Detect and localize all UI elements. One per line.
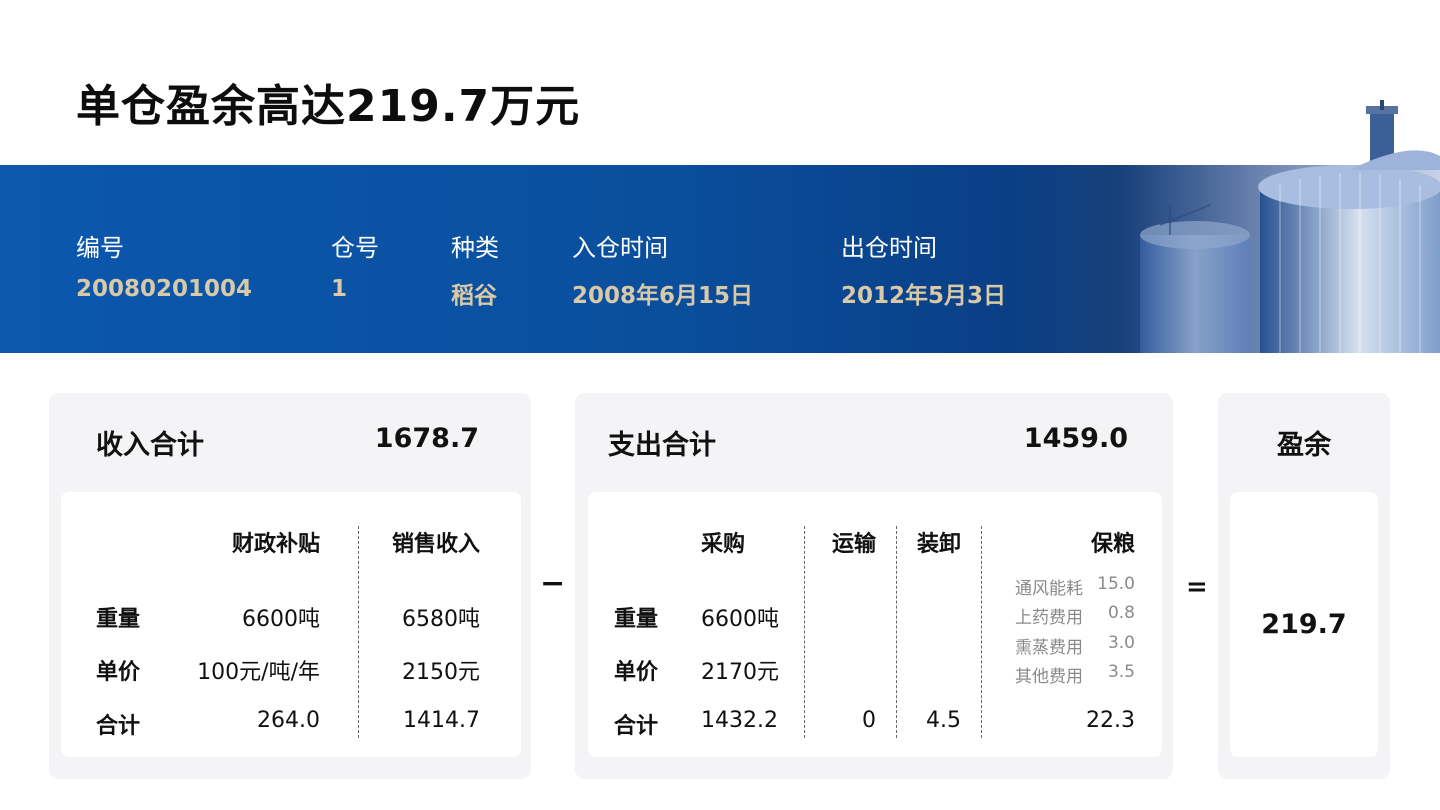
row-label: 重量: [614, 607, 659, 632]
table-cell: 6600吨: [242, 607, 320, 632]
expense-panel: 支出合计 1459.0 采购 运输 装卸 保粮 通风能耗 15.0 上药费用 0…: [575, 393, 1173, 779]
out-time-value: 2012年5月3日: [841, 283, 1007, 309]
storage-item-name: 上药费用: [1015, 608, 1083, 628]
column-header: 保粮: [1090, 532, 1135, 557]
expense-total: 1459.0: [1023, 423, 1128, 454]
bin-label: 仓号: [331, 234, 379, 262]
info-bin: 仓号 1: [331, 228, 379, 302]
table-cell: 264.0: [257, 708, 320, 733]
page-title: 单仓盈余高达219.7万元: [76, 81, 581, 132]
equals-operator: =: [1186, 572, 1208, 602]
row-label: 单价: [614, 660, 659, 685]
income-table: 财政补贴 销售收入 重量 6600吨 6580吨 单价 100元/吨/年 215…: [61, 492, 521, 757]
column-divider: [896, 526, 897, 738]
row-label: 合计: [614, 714, 659, 739]
surplus-box: 219.7: [1230, 492, 1378, 757]
storage-item-name: 熏蒸费用: [1015, 638, 1083, 658]
column-header: 采购: [701, 532, 746, 557]
storage-item-value: 3.5: [1107, 662, 1135, 682]
bin-value: 1: [331, 276, 348, 302]
table-cell: 22.3: [1086, 708, 1135, 733]
minus-operator: −: [540, 566, 566, 601]
expense-title: 支出合计: [608, 430, 716, 461]
income-total: 1678.7: [374, 423, 479, 454]
info-kind: 种类 稻谷: [451, 228, 499, 310]
column-header: 销售收入: [391, 532, 480, 557]
surplus-title: 盈余: [1277, 430, 1331, 461]
storage-item-name: 通风能耗: [1015, 579, 1083, 599]
info-out-time: 出仓时间 2012年5月3日: [841, 228, 1006, 310]
grain-silo-image: [1140, 165, 1440, 353]
table-cell: 2170元: [701, 660, 779, 685]
out-time-label: 出仓时间: [841, 234, 937, 262]
column-divider: [981, 526, 982, 738]
storage-item-value: 0.8: [1107, 603, 1135, 623]
info-code: 编号 20080201004: [76, 228, 252, 302]
income-title: 收入合计: [96, 430, 204, 461]
column-header: 财政补贴: [231, 532, 320, 557]
row-label: 合计: [96, 714, 141, 739]
column-divider: [804, 526, 805, 738]
surplus-value: 219.7: [1261, 609, 1347, 640]
expense-table: 采购 运输 装卸 保粮 通风能耗 15.0 上药费用 0.8 熏蒸费用 3.0 …: [588, 492, 1162, 757]
in-time-value: 2008年6月15日: [572, 283, 754, 309]
table-cell: 1414.7: [403, 708, 480, 733]
code-value: 20080201004: [76, 276, 253, 302]
storage-item-value: 3.0: [1107, 633, 1135, 653]
code-label: 编号: [76, 234, 124, 262]
storage-item-name: 其他费用: [1015, 667, 1083, 687]
surplus-panel: 盈余 219.7: [1218, 393, 1390, 779]
table-cell: 0: [862, 708, 876, 733]
in-time-label: 入仓时间: [572, 234, 668, 262]
table-cell: 6580吨: [402, 607, 480, 632]
table-cell: 6600吨: [701, 607, 779, 632]
storage-item-value: 15.0: [1097, 574, 1135, 594]
silo-tower-icon: [1350, 100, 1440, 170]
table-cell: 100元/吨/年: [197, 660, 320, 685]
column-divider: [358, 526, 359, 738]
column-header: 装卸: [916, 532, 961, 557]
column-header: 运输: [831, 532, 876, 557]
table-cell: 1432.2: [701, 708, 778, 733]
income-panel: 收入合计 1678.7 财政补贴 销售收入 重量 6600吨 6580吨 单价 …: [49, 393, 531, 779]
table-cell: 4.5: [926, 708, 961, 733]
kind-value: 稻谷: [451, 283, 497, 309]
info-in-time: 入仓时间 2008年6月15日: [572, 228, 753, 310]
table-cell: 2150元: [402, 660, 480, 685]
row-label: 单价: [96, 660, 141, 685]
kind-label: 种类: [451, 234, 499, 262]
row-label: 重量: [96, 607, 141, 632]
